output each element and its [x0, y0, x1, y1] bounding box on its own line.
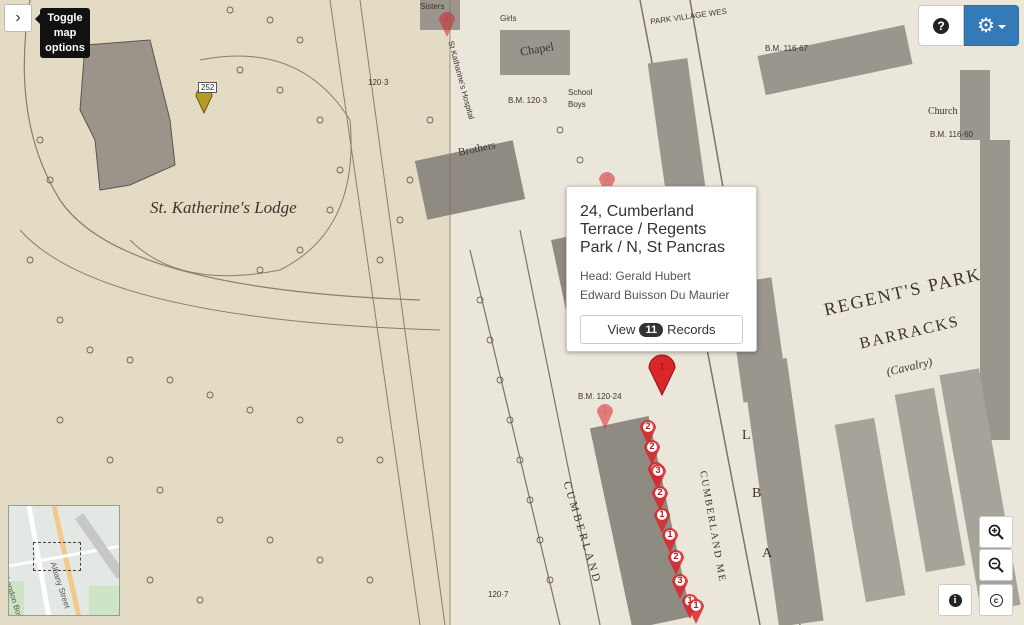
map-label-lodge: St. Katherine's Lodge — [150, 198, 297, 217]
record-count-badge: 11 — [639, 322, 664, 337]
popup-head-line2: Edward Buisson Du Maurier — [580, 288, 730, 302]
caret-down-icon — [997, 24, 1006, 29]
map-label-benchmark: B.M. 116·60 — [930, 130, 973, 139]
marker-count: 2 — [657, 487, 663, 497]
map-label-benchmark: 120·3 — [368, 78, 389, 87]
map-marker[interactable]: 1 — [595, 402, 615, 430]
info-icon: i — [948, 593, 962, 607]
marker-tag: 252 — [198, 82, 218, 93]
marker-count: 2 — [673, 551, 679, 561]
marker-count: 3 — [677, 575, 683, 585]
map-info-button[interactable]: i — [938, 584, 972, 616]
map-linework — [19, 0, 1021, 625]
popup-head: Head: Gerald Hubert Edward Buisson Du Ma… — [580, 267, 743, 305]
marker-count: 2 — [649, 441, 655, 451]
map-canvas[interactable]: St. Katherine's Lodge REGENT'S PARK BARR… — [0, 0, 1024, 625]
overview-minimap[interactable]: London Borough of C Albany Street — [8, 505, 120, 616]
zoom-out-button[interactable] — [979, 549, 1013, 581]
map-label-benchmark: B.M. 116·67 — [765, 44, 808, 53]
layer-swipe-divider[interactable] — [449, 0, 451, 625]
chevron-right-icon: › — [15, 9, 21, 26]
zoom-in-icon — [988, 524, 1004, 540]
marker-count: 1 — [667, 529, 673, 539]
map-marker[interactable]: 1 — [437, 10, 457, 38]
minimap-viewport[interactable] — [33, 542, 81, 571]
record-popup: 24, Cumberland Terrace / Regents Park / … — [566, 186, 757, 352]
toggle-tooltip: Toggle map options — [40, 8, 90, 58]
map-label-b: B — [752, 486, 762, 501]
map-label-church: Church — [928, 106, 958, 117]
marker-count: 1 — [444, 13, 450, 23]
map-label-l: L — [742, 428, 751, 443]
view-records-button[interactable]: View 11 Records — [580, 315, 743, 344]
map-label-girls: Girls — [500, 14, 517, 23]
zoom-out-icon — [988, 557, 1004, 573]
map-label-a: A — [762, 546, 773, 561]
map-marker-selected[interactable]: 1 — [647, 354, 677, 396]
gear-icon: ⚙ — [977, 15, 995, 37]
zoom-in-button[interactable] — [979, 516, 1013, 548]
map-label-school: School — [568, 88, 593, 97]
popup-head-line1: Head: Gerald Hubert — [580, 269, 691, 283]
marker-count: 1 — [693, 600, 699, 610]
marker-count: 1 — [659, 362, 665, 373]
map-label-benchmark: B.M. 120·3 — [508, 96, 548, 105]
copyright-icon: c — [989, 593, 1003, 607]
toggle-map-options-button[interactable]: › — [4, 4, 32, 32]
map-marker[interactable]: 1 — [686, 597, 706, 625]
help-button[interactable]: ? — [918, 5, 964, 46]
popup-address: 24, Cumberland Terrace / Regents Park / … — [580, 203, 725, 256]
map-label-benchmark: 120·7 — [488, 590, 509, 599]
marker-count: 1 — [602, 405, 608, 415]
marker-count: 1 — [659, 509, 665, 519]
question-icon: ? — [933, 17, 949, 34]
view-records-prefix: View — [607, 322, 636, 337]
copyright-button[interactable]: c — [979, 584, 1013, 616]
settings-dropdown-button[interactable]: ⚙ — [964, 5, 1019, 46]
map-label-boys: Boys — [568, 100, 586, 109]
marker-count: 3 — [655, 465, 661, 475]
view-records-suffix: Records — [667, 322, 716, 337]
marker-count: 2 — [604, 173, 610, 183]
marker-count: 2 — [645, 421, 651, 431]
map-label-benchmark: B.M. 120·24 — [578, 392, 622, 401]
map-marker-yellow[interactable]: 252 — [194, 82, 218, 114]
